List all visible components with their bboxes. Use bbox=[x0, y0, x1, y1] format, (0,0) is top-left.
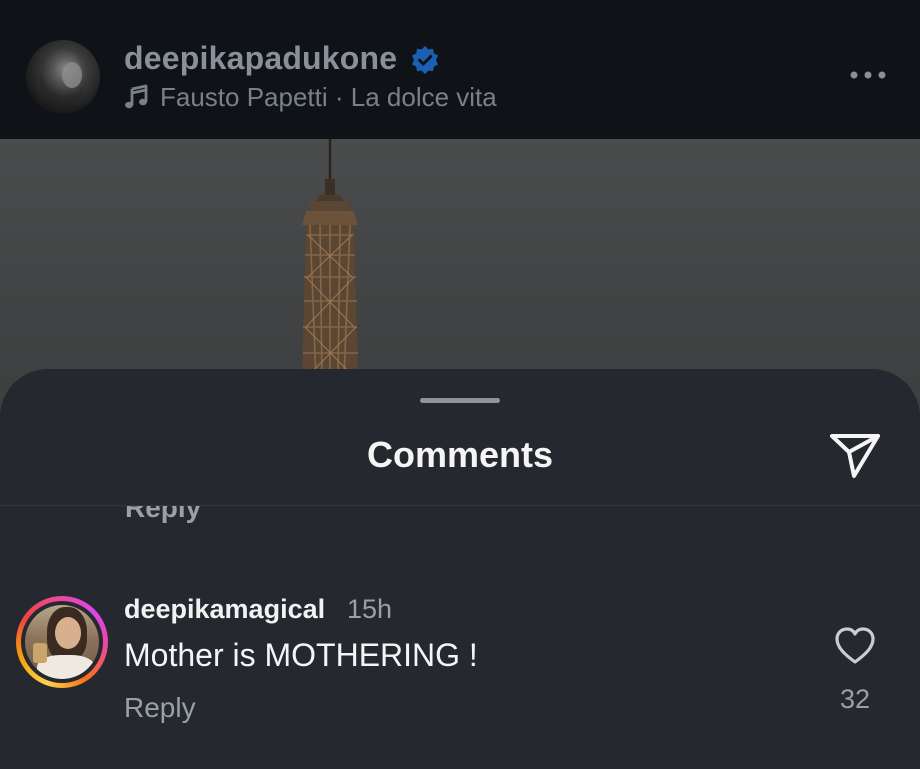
avatar-face bbox=[55, 617, 81, 649]
eiffel-tower-image bbox=[302, 139, 358, 379]
avatar-face bbox=[62, 62, 82, 88]
heart-icon[interactable] bbox=[834, 626, 876, 666]
more-options-icon[interactable] bbox=[848, 68, 888, 82]
sheet-drag-handle[interactable] bbox=[420, 398, 500, 403]
previous-comment-reply-clip: Reply bbox=[0, 506, 920, 528]
comments-title: Comments bbox=[366, 434, 554, 475]
previous-comment-reply-button[interactable]: Reply bbox=[125, 506, 201, 524]
post-author-username[interactable]: deepikapadukone bbox=[124, 40, 397, 77]
avatar-cup bbox=[33, 643, 47, 663]
like-count: 32 bbox=[839, 684, 871, 714]
post-music-track[interactable]: Fausto Papetti · La dolce vita bbox=[160, 82, 497, 113]
verified-badge-icon bbox=[412, 46, 438, 74]
paper-plane-icon[interactable] bbox=[828, 430, 882, 480]
comment-timestamp: 15h bbox=[347, 594, 393, 624]
instagram-reel-screen: deepikapadukone Fausto Papetti · La dolc… bbox=[0, 0, 920, 769]
music-note-icon bbox=[125, 84, 148, 109]
comment-reply-button[interactable]: Reply bbox=[124, 692, 196, 724]
comment-text: Mother is MOTHERING ! bbox=[124, 637, 478, 673]
comment-author-avatar[interactable] bbox=[25, 605, 99, 679]
post-author-avatar[interactable] bbox=[26, 40, 100, 114]
comment-author-username[interactable]: deepikamagical bbox=[124, 594, 325, 625]
